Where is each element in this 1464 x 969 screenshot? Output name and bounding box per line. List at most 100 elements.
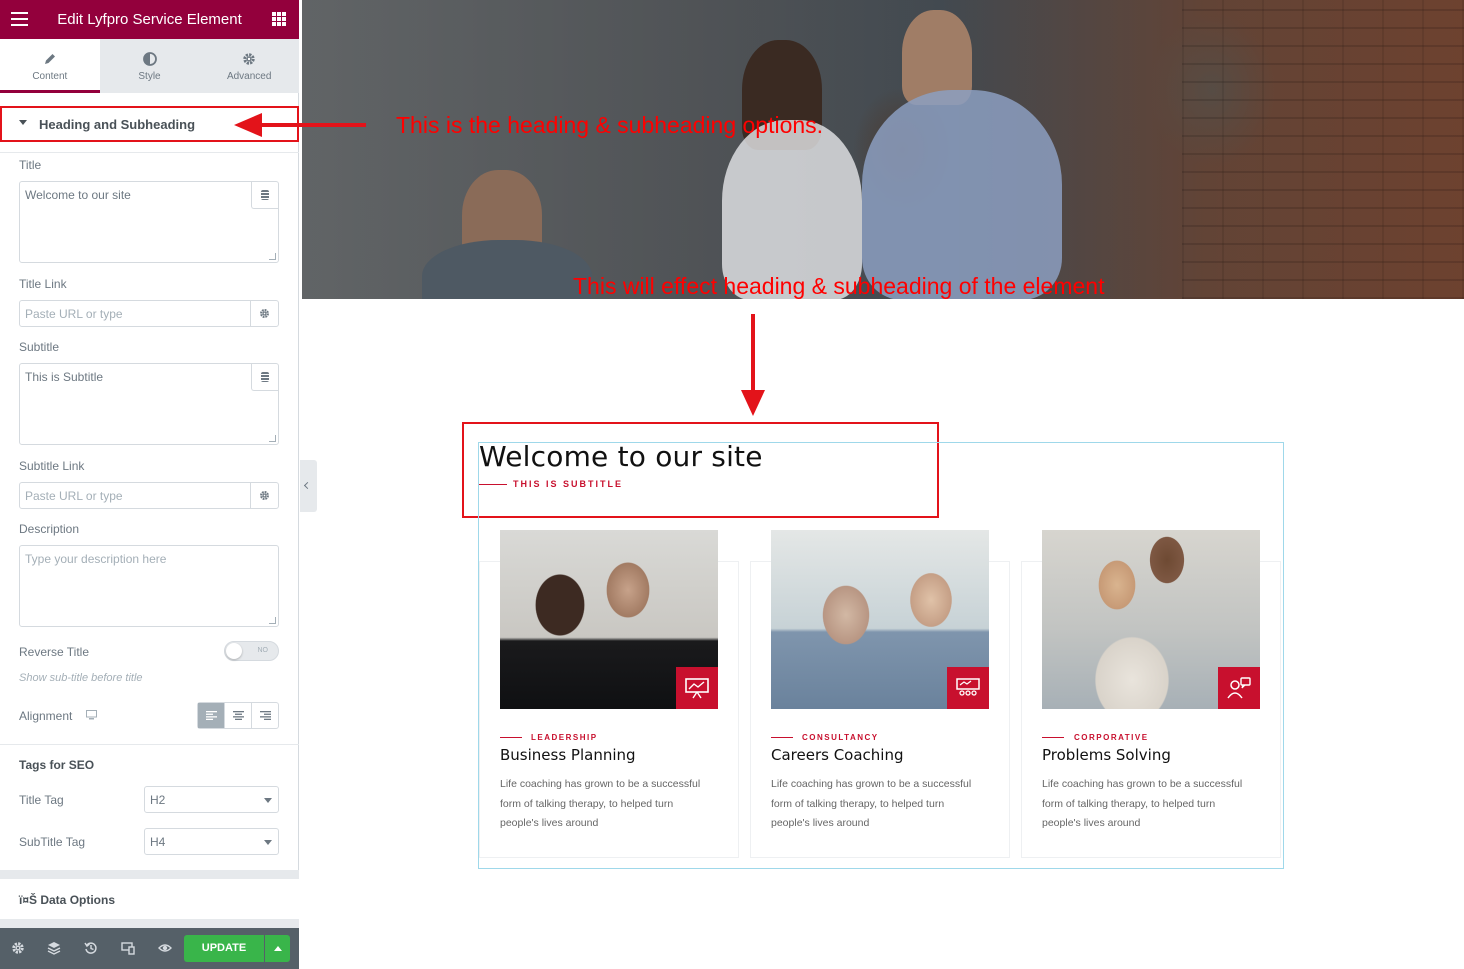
- align-right-button[interactable]: [252, 703, 278, 728]
- person-silhouette: [862, 90, 1062, 299]
- section-data-options[interactable]: ï¤Š Data Options: [0, 879, 299, 919]
- align-left-icon: [205, 711, 217, 720]
- annotation-arrow-down: [741, 314, 765, 416]
- annotation-arrow-left: [234, 113, 366, 137]
- tab-style-label: Style: [138, 71, 161, 82]
- title-link-placeholder: Paste URL or type: [25, 307, 123, 321]
- card-title[interactable]: Careers Coaching: [771, 746, 904, 764]
- widgets-grid-icon[interactable]: [272, 12, 286, 26]
- tab-style[interactable]: Style: [100, 39, 200, 93]
- card-category: LEADERSHIP: [531, 733, 598, 742]
- resize-handle[interactable]: [269, 617, 276, 624]
- description-label: Description: [19, 522, 80, 536]
- panel-header: Edit Lyfpro Service Element: [0, 0, 299, 39]
- eye-icon[interactable]: [158, 941, 172, 955]
- preview-subtitle: THIS IS SUBTITLE: [513, 479, 624, 489]
- panel-title: Edit Lyfpro Service Element: [57, 11, 242, 28]
- subtitle-tag-value: H4: [150, 835, 166, 849]
- panel-body: Heading and Subheading Title Welcome to …: [0, 93, 299, 928]
- preview-title: Welcome to our site: [479, 440, 763, 473]
- panel-footer: UPDATE: [0, 928, 299, 969]
- brick-wall: [1182, 0, 1464, 299]
- title-tag-label: Title Tag: [19, 793, 64, 807]
- section-gap: [0, 919, 299, 928]
- description-placeholder: Type your description here: [25, 552, 167, 566]
- subtitle-tag-label: SubTitle Tag: [19, 835, 86, 849]
- title-tag-select[interactable]: H2: [144, 786, 279, 813]
- half-circle-icon: [142, 52, 157, 66]
- reverse-title-label: Reverse Title: [19, 645, 90, 659]
- card-description: Life coaching has grown to be a successf…: [500, 778, 701, 829]
- tab-advanced-label: Advanced: [226, 71, 272, 82]
- hero-banner-image: [302, 0, 1464, 299]
- description-textarea[interactable]: Type your description here: [19, 545, 279, 627]
- editor-panel: Edit Lyfpro Service Element Content Styl…: [0, 0, 299, 969]
- category-accent-line: [500, 737, 522, 738]
- card-description: Life coaching has grown to be a successf…: [1042, 778, 1243, 829]
- subtitle-link-placeholder: Paste URL or type: [25, 489, 123, 503]
- chevron-down-icon: [264, 840, 272, 845]
- annotation-text-middle: This will effect heading & subheading of…: [573, 273, 1105, 299]
- toggle-knob: [226, 643, 242, 659]
- tab-content[interactable]: Content: [0, 39, 100, 93]
- settings-gear-icon[interactable]: [11, 941, 25, 955]
- subtitle-value: This is Subtitle: [25, 370, 104, 384]
- consultation-chat-icon: [1218, 667, 1260, 709]
- link-options-gear-icon[interactable]: [250, 483, 278, 508]
- card-title[interactable]: Business Planning: [500, 746, 636, 764]
- update-button[interactable]: UPDATE: [184, 935, 264, 962]
- divider: [0, 744, 299, 745]
- category-accent-line: [771, 737, 793, 738]
- card-category: CORPORATIVE: [1074, 733, 1149, 742]
- reverse-title-toggle[interactable]: NO: [224, 641, 279, 661]
- seo-heading: Tags for SEO: [19, 758, 95, 772]
- subtitle-link-label: Subtitle Link: [19, 459, 85, 473]
- save-options-caret-icon[interactable]: [265, 935, 290, 962]
- toggle-text: NO: [257, 647, 269, 654]
- pencil-icon: [44, 54, 55, 64]
- section-gap: [0, 870, 299, 879]
- title-tag-value: H2: [150, 793, 166, 807]
- meeting-people-icon: [947, 667, 989, 709]
- title-link-input[interactable]: Paste URL or type: [19, 300, 279, 327]
- card-description: Life coaching has grown to be a successf…: [771, 778, 972, 829]
- subtitle-accent-line: [479, 484, 507, 485]
- chevron-down-icon: [264, 798, 272, 803]
- title-label: Title: [19, 158, 42, 172]
- presentation-board-icon: [676, 667, 718, 709]
- history-icon[interactable]: [84, 941, 98, 955]
- align-center-icon: [232, 711, 244, 720]
- tab-advanced[interactable]: Advanced: [199, 39, 299, 93]
- card-title[interactable]: Problems Solving: [1042, 746, 1171, 764]
- gear-icon: [243, 53, 255, 65]
- panel-tabs: Content Style Advanced: [0, 39, 299, 93]
- dynamic-tags-icon[interactable]: [251, 364, 278, 391]
- layers-icon[interactable]: [47, 941, 61, 955]
- align-left-button[interactable]: [198, 703, 225, 728]
- dynamic-tags-icon[interactable]: [251, 182, 278, 209]
- title-value: Welcome to our site: [25, 188, 131, 202]
- data-options-label: ï¤Š Data Options: [19, 893, 116, 907]
- subtitle-tag-select[interactable]: H4: [144, 828, 279, 855]
- title-textarea[interactable]: Welcome to our site: [19, 181, 279, 263]
- link-options-gear-icon[interactable]: [250, 301, 278, 326]
- category-accent-line: [1042, 737, 1064, 738]
- collapse-panel-handle[interactable]: [300, 460, 317, 512]
- tab-content-label: Content: [32, 71, 68, 82]
- resize-handle[interactable]: [269, 435, 276, 442]
- desktop-icon[interactable]: [86, 710, 97, 720]
- subtitle-link-input[interactable]: Paste URL or type: [19, 482, 279, 509]
- card-category: CONSULTANCY: [802, 733, 879, 742]
- align-center-button[interactable]: [225, 703, 252, 728]
- subtitle-label: Subtitle: [19, 340, 60, 354]
- reverse-title-hint: Show sub-title before title: [19, 672, 143, 684]
- alignment-label: Alignment: [19, 709, 73, 723]
- annotation-text-top: This is the heading & subheading options…: [396, 112, 824, 138]
- title-link-label: Title Link: [19, 277, 67, 291]
- person-silhouette: [422, 240, 592, 299]
- alignment-buttons: [197, 702, 279, 729]
- subtitle-textarea[interactable]: This is Subtitle: [19, 363, 279, 445]
- resize-handle[interactable]: [269, 253, 276, 260]
- align-right-icon: [259, 711, 271, 720]
- responsive-mode-icon[interactable]: [121, 941, 135, 955]
